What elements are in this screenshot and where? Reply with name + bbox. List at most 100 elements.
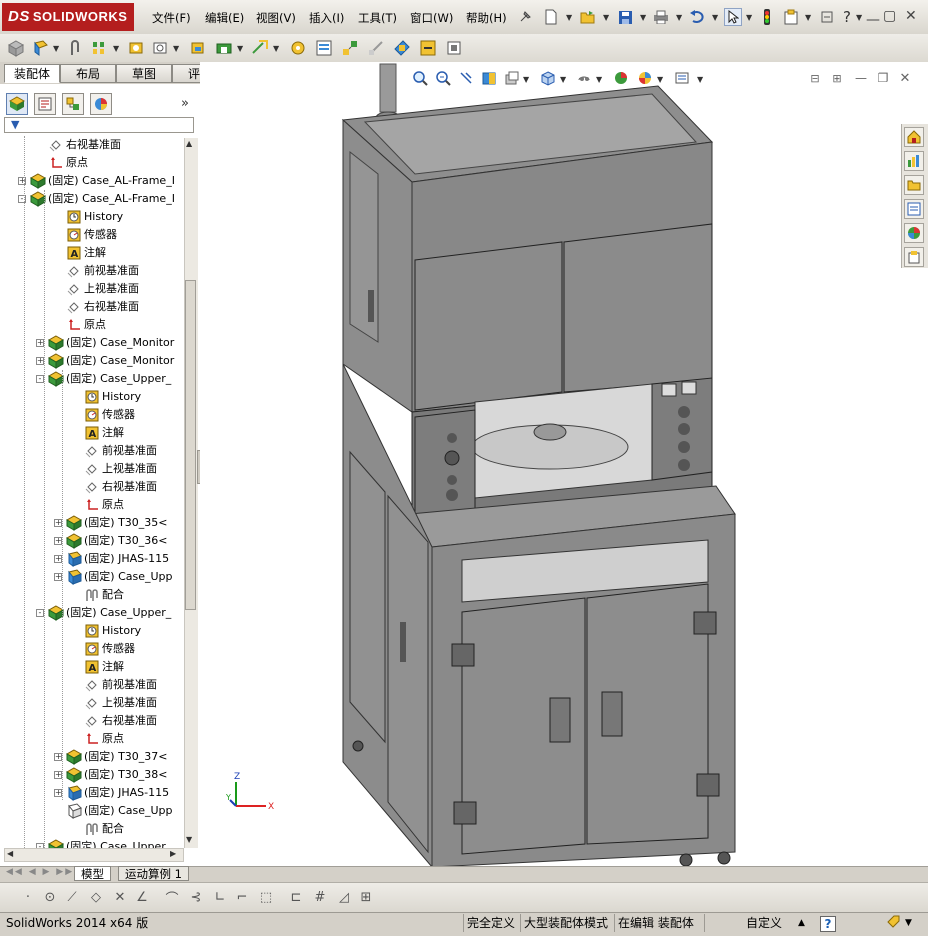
configuration-manager-icon[interactable] <box>62 93 84 115</box>
tree-node[interactable]: 前视基准面 <box>0 262 184 280</box>
tree-node[interactable]: History <box>0 208 184 226</box>
reference-geometry-icon[interactable] <box>250 38 270 58</box>
interference-detection-icon[interactable] <box>392 38 412 58</box>
collapse-node-icon[interactable]: - <box>36 375 44 383</box>
tree-node[interactable]: 传感器 <box>0 640 184 658</box>
trim-icon[interactable]: ✕ <box>110 887 130 907</box>
smart-fasteners-icon[interactable] <box>126 38 146 58</box>
tab-layout[interactable]: 布局 <box>60 64 116 83</box>
line-icon[interactable]: ⟋ <box>62 887 82 907</box>
tree-node[interactable]: 原点 <box>0 730 184 748</box>
expand-node-icon[interactable]: + <box>54 789 62 797</box>
chevron-down-icon[interactable]: ▼ <box>640 13 646 22</box>
chevron-down-icon[interactable]: ▼ <box>676 13 682 22</box>
tree-node[interactable]: + (固定) Case_Monitor <box>0 352 184 370</box>
expand-node-icon[interactable]: + <box>36 357 44 365</box>
tree-node[interactable]: 上视基准面 <box>0 460 184 478</box>
tree-node[interactable]: - (固定) Case_AL-Frame_I <box>0 190 184 208</box>
tree-node[interactable]: 传感器 <box>0 406 184 424</box>
corner-rectangle-icon[interactable]: ⌐ <box>232 887 252 907</box>
scroll-right-arrow[interactable]: ▶ <box>170 849 176 858</box>
chevron-down-icon[interactable]: ▼ <box>856 13 862 22</box>
tree-node[interactable]: 前视基准面 <box>0 676 184 694</box>
tree-node[interactable]: 传感器 <box>0 226 184 244</box>
exploded-view-icon[interactable] <box>340 38 360 58</box>
help-icon[interactable]: ? <box>838 8 856 26</box>
scroll-down-arrow[interactable]: ▼ <box>186 835 192 844</box>
menu-file[interactable]: 文件(F) <box>152 9 191 27</box>
point-icon[interactable]: · <box>18 887 38 907</box>
tree-node[interactable]: 上视基准面 <box>0 280 184 298</box>
tree-filter-box[interactable] <box>4 117 194 133</box>
menu-insert[interactable]: 插入(I) <box>309 9 344 27</box>
grid-icon[interactable]: # <box>310 887 330 907</box>
units-up-arrow-icon[interactable]: ▲ <box>798 914 805 932</box>
print-icon[interactable] <box>652 8 670 26</box>
expand-panel-icon[interactable]: » <box>181 96 189 111</box>
tree-node[interactable]: 原点 <box>0 316 184 334</box>
tree-node[interactable]: + (固定) JHAS-115 <box>0 550 184 568</box>
circle-icon[interactable]: ⊙ <box>40 887 60 907</box>
tree-node[interactable]: 上视基准面 <box>0 694 184 712</box>
expand-node-icon[interactable]: + <box>54 753 62 761</box>
tab-assembly[interactable]: 装配体 <box>4 64 60 83</box>
tree-node[interactable]: + (固定) Case_Monitor <box>0 334 184 352</box>
menu-window[interactable]: 窗口(W) <box>410 9 453 27</box>
collapse-node-icon[interactable]: - <box>36 609 44 617</box>
expand-node-icon[interactable]: + <box>54 537 62 545</box>
offset-icon[interactable]: ⊰ <box>186 887 206 907</box>
menu-view[interactable]: 视图(V) <box>256 9 296 27</box>
menu-edit[interactable]: 编辑(E) <box>205 9 244 27</box>
chevron-down-icon[interactable]: ▼ <box>712 13 718 22</box>
tree-node[interactable]: (固定) Case_Upp <box>0 802 184 820</box>
tree-node[interactable]: - (固定) Case_Upper_ <box>0 370 184 388</box>
view-palette-icon[interactable] <box>904 199 924 219</box>
tree-node[interactable]: - (固定) Case_Upper <box>0 838 184 848</box>
new-motion-study-icon[interactable] <box>288 38 308 58</box>
tree-node[interactable]: A 注解 <box>0 658 184 676</box>
tree-node[interactable]: 配合 <box>0 586 184 604</box>
status-help-icon[interactable]: ? <box>820 916 836 932</box>
tree-node[interactable]: History <box>0 622 184 640</box>
scroll-up-arrow[interactable]: ▲ <box>186 139 192 148</box>
open-folder-icon[interactable] <box>579 8 597 26</box>
menu-help[interactable]: 帮助(H) <box>466 9 507 27</box>
pin-icon[interactable] <box>516 8 534 26</box>
smart-dimension-icon[interactable]: ⊏ <box>286 887 306 907</box>
tree-node[interactable]: 右视基准面 <box>0 136 184 154</box>
expand-node-icon[interactable]: + <box>54 519 62 527</box>
polygon-icon[interactable]: ◇ <box>86 887 106 907</box>
rebuild-icon[interactable] <box>758 8 776 26</box>
chevron-down-icon[interactable]: ▼ <box>113 44 119 53</box>
move-component-icon[interactable] <box>150 38 170 58</box>
tree-node[interactable]: 配合 <box>0 820 184 838</box>
dashed-rectangle-icon[interactable]: ⬚ <box>256 887 276 907</box>
insert-component-icon[interactable] <box>6 38 26 58</box>
chevron-down-icon[interactable]: ▼ <box>566 13 572 22</box>
tree-node[interactable]: A 注解 <box>0 424 184 442</box>
tree-scroll-thumb[interactable] <box>185 280 196 610</box>
tree-node[interactable]: 原点 <box>0 154 184 172</box>
angle-icon[interactable]: ∠ <box>132 887 152 907</box>
tag-icon[interactable] <box>886 914 900 932</box>
tree-node[interactable]: + (固定) Case_AL-Frame_I <box>0 172 184 190</box>
tree-node[interactable]: History <box>0 388 184 406</box>
tree-node[interactable]: 右视基准面 <box>0 298 184 316</box>
chevron-down-icon[interactable]: ▼ <box>805 13 811 22</box>
table-icon[interactable]: ⊞ <box>356 887 376 907</box>
close-icon[interactable]: ✕ <box>905 8 917 24</box>
assembly-features-icon[interactable] <box>214 38 234 58</box>
tree-node[interactable]: + (固定) Case_Upp <box>0 568 184 586</box>
menu-tools[interactable]: 工具(T) <box>358 9 397 27</box>
file-explorer-icon[interactable] <box>904 175 924 195</box>
linear-pattern-icon[interactable] <box>90 38 110 58</box>
feature-manager-tree-icon[interactable] <box>6 93 28 115</box>
assembly-model-view[interactable] <box>200 62 900 868</box>
tree-node[interactable]: + (固定) T30_35< <box>0 514 184 532</box>
chevron-down-icon[interactable]: ▼ <box>603 13 609 22</box>
tab-sketch[interactable]: 草图 <box>116 64 172 83</box>
tree-node[interactable]: - (固定) Case_Upper_ <box>0 604 184 622</box>
filter-icon[interactable]: ▼ <box>11 118 19 131</box>
expand-node-icon[interactable]: + <box>54 771 62 779</box>
file-properties-icon[interactable] <box>782 8 800 26</box>
